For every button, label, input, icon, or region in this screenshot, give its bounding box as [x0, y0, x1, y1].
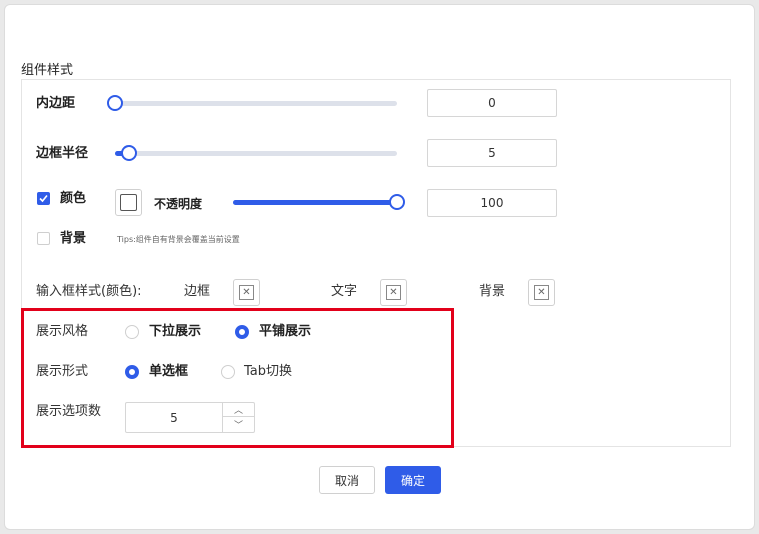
- background-label: 背景: [60, 231, 87, 246]
- section-title: 组件样式: [21, 63, 74, 78]
- color-checkbox[interactable]: [37, 192, 50, 205]
- empty-color-icon: ✕: [534, 285, 549, 300]
- radius-label: 边框半径: [36, 146, 89, 161]
- radio-radiobox[interactable]: [125, 365, 139, 379]
- color-swatch[interactable]: [115, 189, 142, 216]
- radius-input[interactable]: 5: [427, 139, 557, 167]
- option-count-label: 展示选项数: [36, 404, 102, 419]
- ok-button[interactable]: 确定: [385, 466, 441, 494]
- input-bg-color-picker[interactable]: ✕: [528, 279, 555, 306]
- empty-color-icon: ✕: [239, 285, 254, 300]
- display-style-label: 展示风格: [36, 324, 89, 339]
- radio-dropdown-label[interactable]: 下拉展示: [149, 323, 201, 341]
- input-text-color-picker[interactable]: ✕: [380, 279, 407, 306]
- color-label: 颜色: [60, 191, 87, 206]
- radio-tab-switch-label[interactable]: Tab切换: [244, 363, 292, 381]
- check-icon: [39, 194, 48, 203]
- radio-tiled[interactable]: [235, 325, 249, 339]
- stepper-buttons: ︿ ﹀: [222, 403, 254, 432]
- color-swatch-inner: [120, 194, 137, 211]
- chevron-up-icon[interactable]: ︿: [223, 403, 254, 417]
- chevron-down-icon[interactable]: ﹀: [223, 417, 254, 431]
- opacity-slider-thumb[interactable]: [389, 194, 405, 210]
- padding-label: 内边距: [36, 96, 76, 111]
- radio-tiled-label[interactable]: 平铺展示: [259, 323, 311, 341]
- input-bg-color-label: 背景: [479, 284, 506, 299]
- display-form-label: 展示形式: [36, 364, 89, 379]
- padding-slider[interactable]: [113, 101, 397, 106]
- empty-color-icon: ✕: [386, 285, 401, 300]
- radio-tab-switch[interactable]: [221, 365, 235, 379]
- input-border-color-picker[interactable]: ✕: [233, 279, 260, 306]
- padding-slider-thumb[interactable]: [107, 95, 123, 111]
- padding-input[interactable]: 0: [427, 89, 557, 117]
- radius-slider[interactable]: [115, 151, 397, 156]
- option-count-value[interactable]: 5: [126, 403, 222, 432]
- input-border-color-label: 边框: [184, 284, 211, 299]
- background-checkbox[interactable]: [37, 232, 50, 245]
- tips-text: Tips:组件自有背景会覆盖当前设置: [117, 235, 240, 244]
- radio-dropdown[interactable]: [125, 325, 139, 339]
- input-colors-label: 输入框样式(颜色):: [36, 284, 142, 299]
- opacity-slider-fill: [233, 200, 397, 205]
- opacity-label: 不透明度: [154, 197, 203, 211]
- option-count-stepper[interactable]: 5 ︿ ﹀: [125, 402, 255, 433]
- cancel-button[interactable]: 取消: [319, 466, 375, 494]
- opacity-input[interactable]: 100: [427, 189, 557, 217]
- input-text-color-label: 文字: [331, 284, 358, 299]
- radio-radiobox-label[interactable]: 单选框: [149, 363, 188, 381]
- radius-slider-thumb[interactable]: [121, 145, 137, 161]
